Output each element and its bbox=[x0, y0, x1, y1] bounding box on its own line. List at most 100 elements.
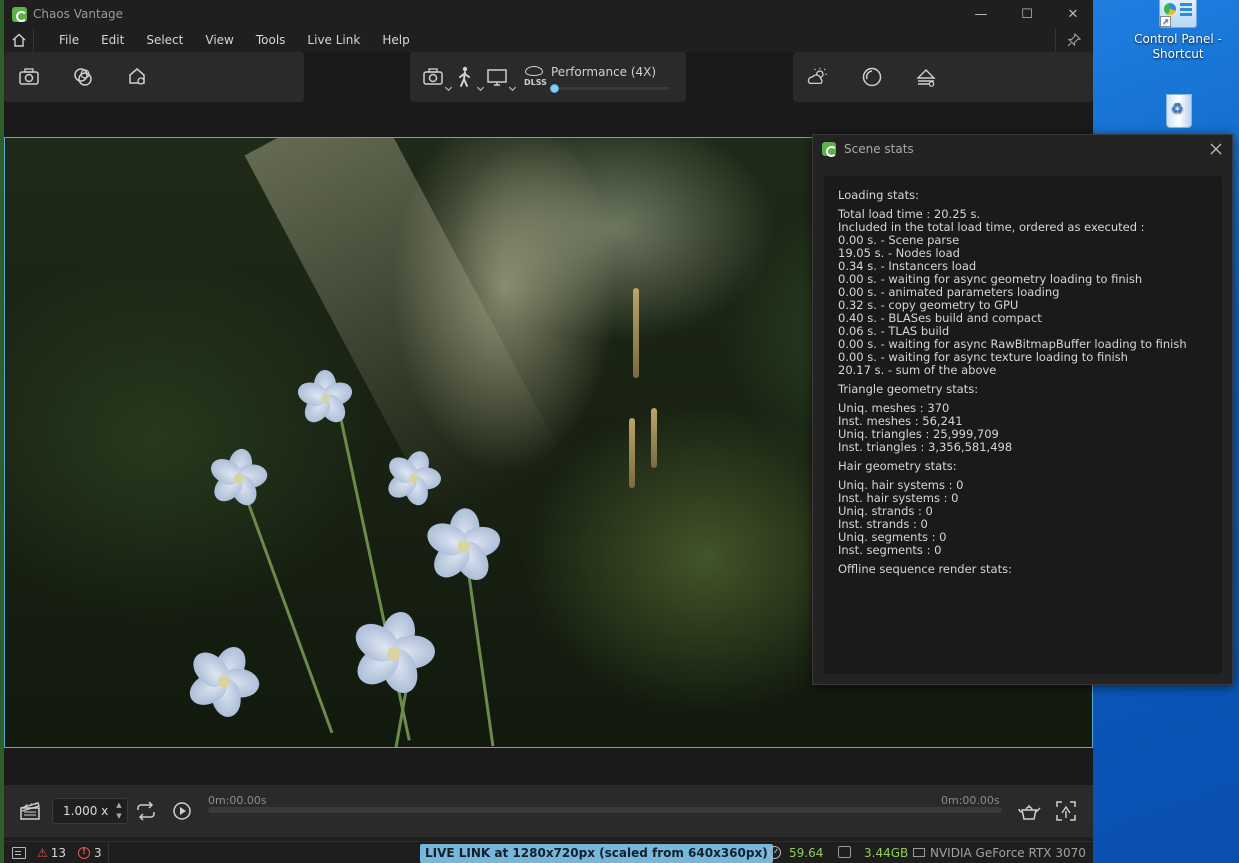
flower bbox=[294, 370, 356, 428]
flower bbox=[348, 608, 436, 699]
menu-bar: File Edit Select View Tools Live Link He… bbox=[4, 28, 1093, 52]
stats-section: Loading stats: Total load time : 20.25 s.… bbox=[838, 189, 1208, 377]
pin-icon bbox=[1067, 33, 1081, 47]
window-title: Chaos Vantage bbox=[33, 7, 124, 21]
control-panel-label: Control Panel - Shortcut bbox=[1134, 32, 1222, 61]
speed-value: 1.000 x bbox=[63, 804, 109, 818]
display-button[interactable] bbox=[486, 66, 517, 92]
stats-section: Offline sequence render stats: bbox=[838, 563, 1208, 576]
camera-view-button[interactable] bbox=[422, 66, 453, 92]
speed-spinner: ▲ ▼ bbox=[113, 801, 125, 821]
reed bbox=[629, 418, 635, 488]
speed-stepper[interactable]: 1.000 x ▲ ▼ bbox=[52, 798, 128, 824]
memory-value: 3.44GB bbox=[864, 846, 909, 860]
warning-count[interactable]: 13 bbox=[51, 846, 66, 860]
stats-section: Triangle geometry stats: Uniq. meshes : 3… bbox=[838, 383, 1208, 454]
chevron-down-icon bbox=[508, 83, 517, 92]
display-icon bbox=[487, 69, 507, 86]
stats-section-title: Triangle geometry stats: bbox=[838, 382, 979, 396]
dlss-performance-control[interactable]: DLSS Performance (4X) bbox=[524, 64, 669, 93]
viewport-bottom-gap bbox=[4, 748, 1093, 785]
camera-icon bbox=[19, 68, 39, 85]
timeline-track[interactable] bbox=[208, 807, 1002, 813]
gpu-name: NVIDIA GeForce RTX 3070 bbox=[930, 846, 1086, 860]
warning-icon[interactable]: ⚠ bbox=[37, 846, 48, 860]
sun-cloud-button[interactable] bbox=[807, 66, 829, 88]
log-icon[interactable] bbox=[12, 846, 26, 859]
menu-live-link[interactable]: Live Link bbox=[296, 28, 371, 52]
status-divider bbox=[107, 841, 109, 863]
title-bar[interactable]: Chaos Vantage — ☐ ✕ bbox=[4, 0, 1093, 28]
menu-file[interactable]: File bbox=[48, 28, 90, 52]
error-icon[interactable]: ! bbox=[78, 846, 91, 859]
environment-settings-button[interactable] bbox=[126, 66, 148, 88]
performance-slider-wrap: Performance (4X) bbox=[550, 65, 669, 93]
live-link-badge[interactable]: LIVE LINK at 1280x720px (scaled from 640… bbox=[420, 844, 773, 863]
close-icon bbox=[1210, 143, 1222, 155]
maximize-button[interactable]: ☐ bbox=[1004, 0, 1050, 28]
performance-slider[interactable] bbox=[550, 83, 669, 93]
toolbar-area: DLSS Performance (4X) bbox=[4, 52, 1093, 136]
scene-stats-close-button[interactable] bbox=[1206, 139, 1226, 159]
recycle-bin-icon bbox=[1161, 88, 1195, 130]
minimize-button[interactable]: — bbox=[958, 0, 1004, 28]
lens-effects-icon bbox=[916, 69, 936, 87]
time-start: 0m:00.00s bbox=[208, 794, 267, 807]
flower bbox=[383, 447, 442, 508]
exposure-icon bbox=[862, 67, 882, 87]
toolbar-mid-group: DLSS Performance (4X) bbox=[410, 52, 686, 102]
app-logo-icon bbox=[12, 6, 27, 22]
spin-up-icon[interactable]: ▲ bbox=[116, 801, 121, 810]
loop-button[interactable] bbox=[134, 799, 158, 823]
scene-stats-title: Scene stats bbox=[844, 142, 914, 156]
fit-view-button[interactable] bbox=[1054, 799, 1078, 823]
walk-mode-button[interactable] bbox=[454, 66, 485, 92]
menu-edit[interactable]: Edit bbox=[90, 28, 135, 52]
loop-icon bbox=[137, 801, 155, 821]
fps-value: 59.64 bbox=[789, 846, 824, 860]
menu-view[interactable]: View bbox=[194, 28, 244, 52]
close-button[interactable]: ✕ bbox=[1050, 0, 1096, 28]
camera-button[interactable] bbox=[18, 66, 40, 88]
recycle-bin[interactable] bbox=[1133, 88, 1223, 130]
control-panel-shortcut[interactable]: ↗ Control Panel - Shortcut bbox=[1133, 0, 1223, 62]
scene-stats-panel: Scene stats Loading stats: Total load tim… bbox=[812, 134, 1233, 685]
materials-icon bbox=[74, 68, 92, 86]
error-count[interactable]: 3 bbox=[94, 846, 102, 860]
walk-mode-icon bbox=[459, 66, 470, 87]
reed bbox=[633, 288, 639, 378]
camera-view-icon bbox=[423, 68, 443, 85]
control-panel-icon: ↗ bbox=[1159, 0, 1197, 28]
stats-section-title: Hair geometry stats: bbox=[838, 459, 957, 473]
menu-help[interactable]: Help bbox=[371, 28, 420, 52]
dlss-label: DLSS bbox=[524, 78, 547, 87]
lens-effects-button[interactable] bbox=[915, 66, 937, 88]
clapperboard-button[interactable] bbox=[18, 799, 42, 823]
materials-button[interactable] bbox=[72, 66, 94, 88]
stats-section-title: Loading stats: bbox=[838, 188, 919, 202]
environment-settings-icon bbox=[129, 68, 145, 85]
flower bbox=[422, 507, 504, 587]
spin-down-icon[interactable]: ▼ bbox=[116, 812, 121, 821]
app-logo-icon bbox=[822, 142, 837, 157]
menu-tools[interactable]: Tools bbox=[245, 28, 297, 52]
home-button[interactable] bbox=[4, 28, 34, 52]
reed bbox=[651, 408, 657, 468]
time-end: 0m:00.00s bbox=[941, 794, 1000, 807]
play-button[interactable] bbox=[170, 799, 194, 823]
fit-view-icon bbox=[1056, 801, 1076, 821]
menu-select[interactable]: Select bbox=[135, 28, 194, 52]
status-bar: ⚠ 13 ! 3 LIVE LINK at 1280x720px (scaled… bbox=[4, 841, 1093, 863]
scene-stats-header[interactable]: Scene stats bbox=[813, 135, 1232, 163]
teapot-button[interactable] bbox=[1017, 799, 1041, 823]
performance-slider-handle[interactable] bbox=[550, 83, 559, 93]
stats-line: Inst. segments : 0 bbox=[838, 543, 942, 557]
stats-section-title: Offline sequence render stats: bbox=[838, 562, 1012, 576]
stats-line: 20.17 s. - sum of the above bbox=[838, 363, 997, 377]
stats-line: Inst. triangles : 3,356,581,498 bbox=[838, 440, 1013, 454]
toolbar-right-group bbox=[793, 52, 1093, 102]
pin-button[interactable] bbox=[1055, 28, 1091, 52]
exposure-button[interactable] bbox=[861, 66, 883, 88]
memory-icon bbox=[838, 846, 851, 858]
shortcut-arrow-icon: ↗ bbox=[1160, 16, 1171, 27]
